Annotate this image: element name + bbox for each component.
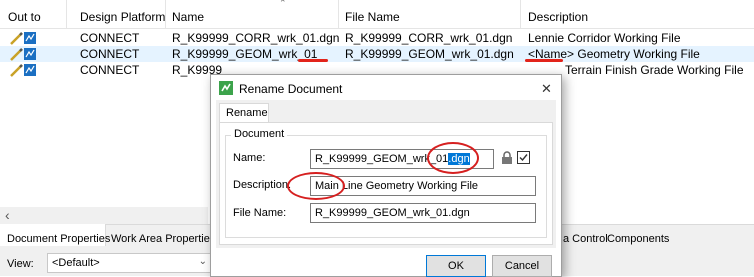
column-design-platform[interactable]: Design Platform bbox=[80, 10, 165, 24]
table-row-selected[interactable]: CONNECT R_K99999_GEOM_wrk_01 R_K99999_GE… bbox=[0, 46, 754, 62]
cell-description: Lennie Corridor Working File bbox=[528, 31, 681, 45]
checkbox-icon[interactable] bbox=[517, 151, 530, 164]
pencil-icon bbox=[10, 32, 36, 45]
ok-button[interactable]: OK bbox=[426, 255, 486, 277]
chevron-down-icon: ⌄ bbox=[198, 256, 207, 267]
tab-work-area-properties[interactable]: Work Area Properties bbox=[111, 233, 215, 245]
cell-name: R_K99999_GEOM_wrk_01 bbox=[172, 47, 318, 61]
list-header: Out to Design Platform Name ⌃ File Name … bbox=[0, 0, 754, 29]
cell-design-platform: CONNECT bbox=[80, 31, 140, 45]
pencil-icon bbox=[10, 64, 36, 77]
view-label: View: bbox=[7, 258, 34, 270]
column-divider bbox=[338, 0, 339, 28]
file-name-input-value: R_K99999_GEOM_wrk_01.dgn bbox=[315, 207, 470, 219]
column-name[interactable]: Name bbox=[172, 10, 204, 24]
cell-file-name: R_K99999_CORR_wrk_01.dgn bbox=[345, 31, 513, 45]
horizontal-scrollbar[interactable]: ‹ bbox=[0, 207, 208, 224]
column-out-to[interactable]: Out to bbox=[8, 10, 41, 24]
annotation-circle bbox=[427, 142, 479, 174]
tab-document-properties[interactable]: Document Properties bbox=[7, 233, 110, 245]
app-icon bbox=[219, 81, 233, 95]
tab-control[interactable]: a Control bbox=[563, 233, 608, 245]
column-description[interactable]: Description bbox=[528, 10, 588, 24]
column-divider bbox=[165, 0, 166, 28]
name-label: Name: bbox=[233, 152, 266, 164]
table-row[interactable]: CONNECT R_K99999_CORR_wrk_01.dgn R_K9999… bbox=[0, 30, 754, 46]
rename-document-dialog: Rename Document ✕ Rename Document Name: … bbox=[210, 74, 562, 277]
document-group-label: Document bbox=[231, 128, 288, 140]
cell-description: Terrain Finish Grade Working File bbox=[565, 63, 744, 77]
tab-components[interactable]: Components bbox=[607, 233, 669, 245]
description-label: Description: bbox=[233, 179, 292, 191]
cell-design-platform: CONNECT bbox=[80, 47, 140, 61]
cell-design-platform: CONNECT bbox=[80, 63, 140, 77]
cell-name: R_K99999_CORR_wrk_01.dgn bbox=[172, 31, 340, 45]
view-select[interactable]: <Default> ⌄ bbox=[47, 253, 212, 273]
scroll-left-icon[interactable]: ‹ bbox=[5, 207, 10, 223]
sort-ascending-icon: ⌃ bbox=[279, 0, 287, 8]
view-select-value: <Default> bbox=[52, 257, 100, 269]
annotation-underline bbox=[525, 59, 563, 62]
annotation-underline bbox=[298, 59, 328, 62]
cell-file-name: R_K99999_GEOM_wrk_01.dgn bbox=[345, 47, 514, 61]
tab-rename[interactable]: Rename bbox=[219, 103, 269, 123]
dialog-title: Rename Document bbox=[239, 82, 343, 96]
close-icon[interactable]: ✕ bbox=[541, 81, 552, 97]
lock-icon[interactable] bbox=[501, 151, 513, 165]
file-name-label: File Name: bbox=[233, 207, 287, 219]
column-divider bbox=[520, 0, 521, 28]
tab-rename-label: Rename bbox=[226, 107, 268, 119]
file-name-input[interactable]: R_K99999_GEOM_wrk_01.dgn bbox=[310, 203, 536, 223]
cancel-button[interactable]: Cancel bbox=[492, 255, 552, 277]
annotation-circle bbox=[287, 172, 345, 200]
column-file-name[interactable]: File Name bbox=[345, 10, 400, 24]
column-divider bbox=[66, 0, 67, 28]
pencil-icon bbox=[10, 48, 36, 61]
